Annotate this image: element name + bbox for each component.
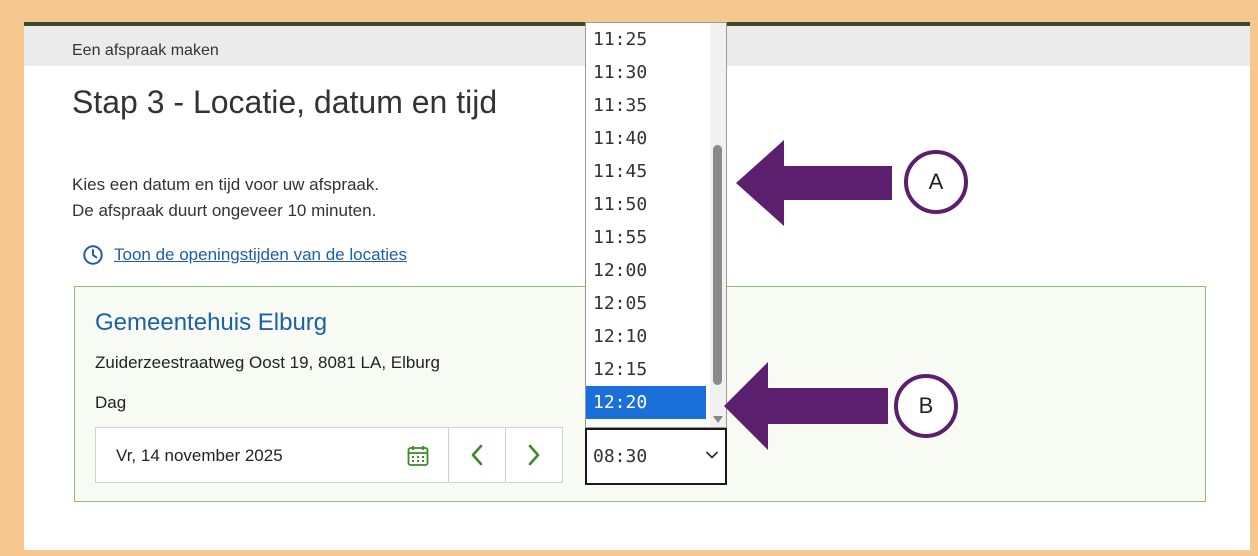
location-name: Gemeentehuis Elburg	[95, 309, 328, 336]
scrollbar[interactable]	[710, 23, 726, 427]
annotation-badge-a: A	[904, 150, 968, 214]
breadcrumb: Een afspraak maken	[72, 42, 219, 59]
date-input[interactable]: Vr, 14 november 2025	[95, 427, 449, 483]
location-address: Zuiderzeestraatweg Oost 19, 8081 LA, Elb…	[95, 353, 440, 372]
chevron-down-icon	[706, 451, 718, 459]
time-option[interactable]: 11:30	[586, 56, 706, 89]
scrollbar-thumb[interactable]	[713, 145, 722, 385]
time-option[interactable]: 11:55	[586, 221, 706, 254]
time-option[interactable]: 12:05	[586, 287, 706, 320]
opening-hours-link[interactable]: Toon de openingstijden van de locaties	[82, 244, 407, 266]
time-dropdown-list[interactable]: 11:25 11:30 11:35 11:40 11:45 11:50 11:55 12:00…	[585, 22, 727, 428]
intro-line-2: De afspraak duurt ongeveer 10 minuten.	[72, 201, 377, 220]
time-option[interactable]: 11:50	[586, 188, 706, 221]
intro-text: Kies een datum en tijd voor uw afspraak.…	[72, 172, 379, 224]
page-title: Stap 3 - Locatie, datum en tijd	[72, 84, 498, 120]
date-value: Vr, 14 november 2025	[116, 446, 283, 465]
time-option[interactable]: 12:15	[586, 353, 706, 386]
time-option[interactable]: 11:45	[586, 155, 706, 188]
time-option[interactable]: 11:40	[586, 122, 706, 155]
time-option[interactable]: 12:20	[586, 386, 706, 419]
clock-icon	[83, 245, 103, 265]
chevron-left-icon	[471, 444, 483, 466]
previous-day-button[interactable]	[448, 427, 506, 483]
time-option[interactable]: 11:25	[586, 23, 706, 56]
annotation-badge-b: B	[894, 374, 958, 438]
opening-hours-link-text[interactable]: Toon de openingstijden van de locaties	[114, 245, 407, 265]
chevron-right-icon	[528, 444, 540, 466]
time-select-value: 08:30	[593, 446, 648, 467]
scroll-down-arrow-icon[interactable]	[713, 416, 723, 423]
day-label: Dag	[95, 393, 127, 412]
time-option[interactable]: 12:00	[586, 254, 706, 287]
next-day-button[interactable]	[505, 427, 563, 483]
time-option[interactable]: 11:35	[586, 89, 706, 122]
calendar-icon[interactable]	[406, 444, 430, 468]
time-select[interactable]: 08:30	[585, 428, 727, 485]
page: Een afspraak maken Stap 3 - Locatie, dat…	[24, 22, 1250, 550]
intro-line-1: Kies een datum en tijd voor uw afspraak.	[72, 175, 380, 194]
time-option[interactable]: 12:10	[586, 320, 706, 353]
